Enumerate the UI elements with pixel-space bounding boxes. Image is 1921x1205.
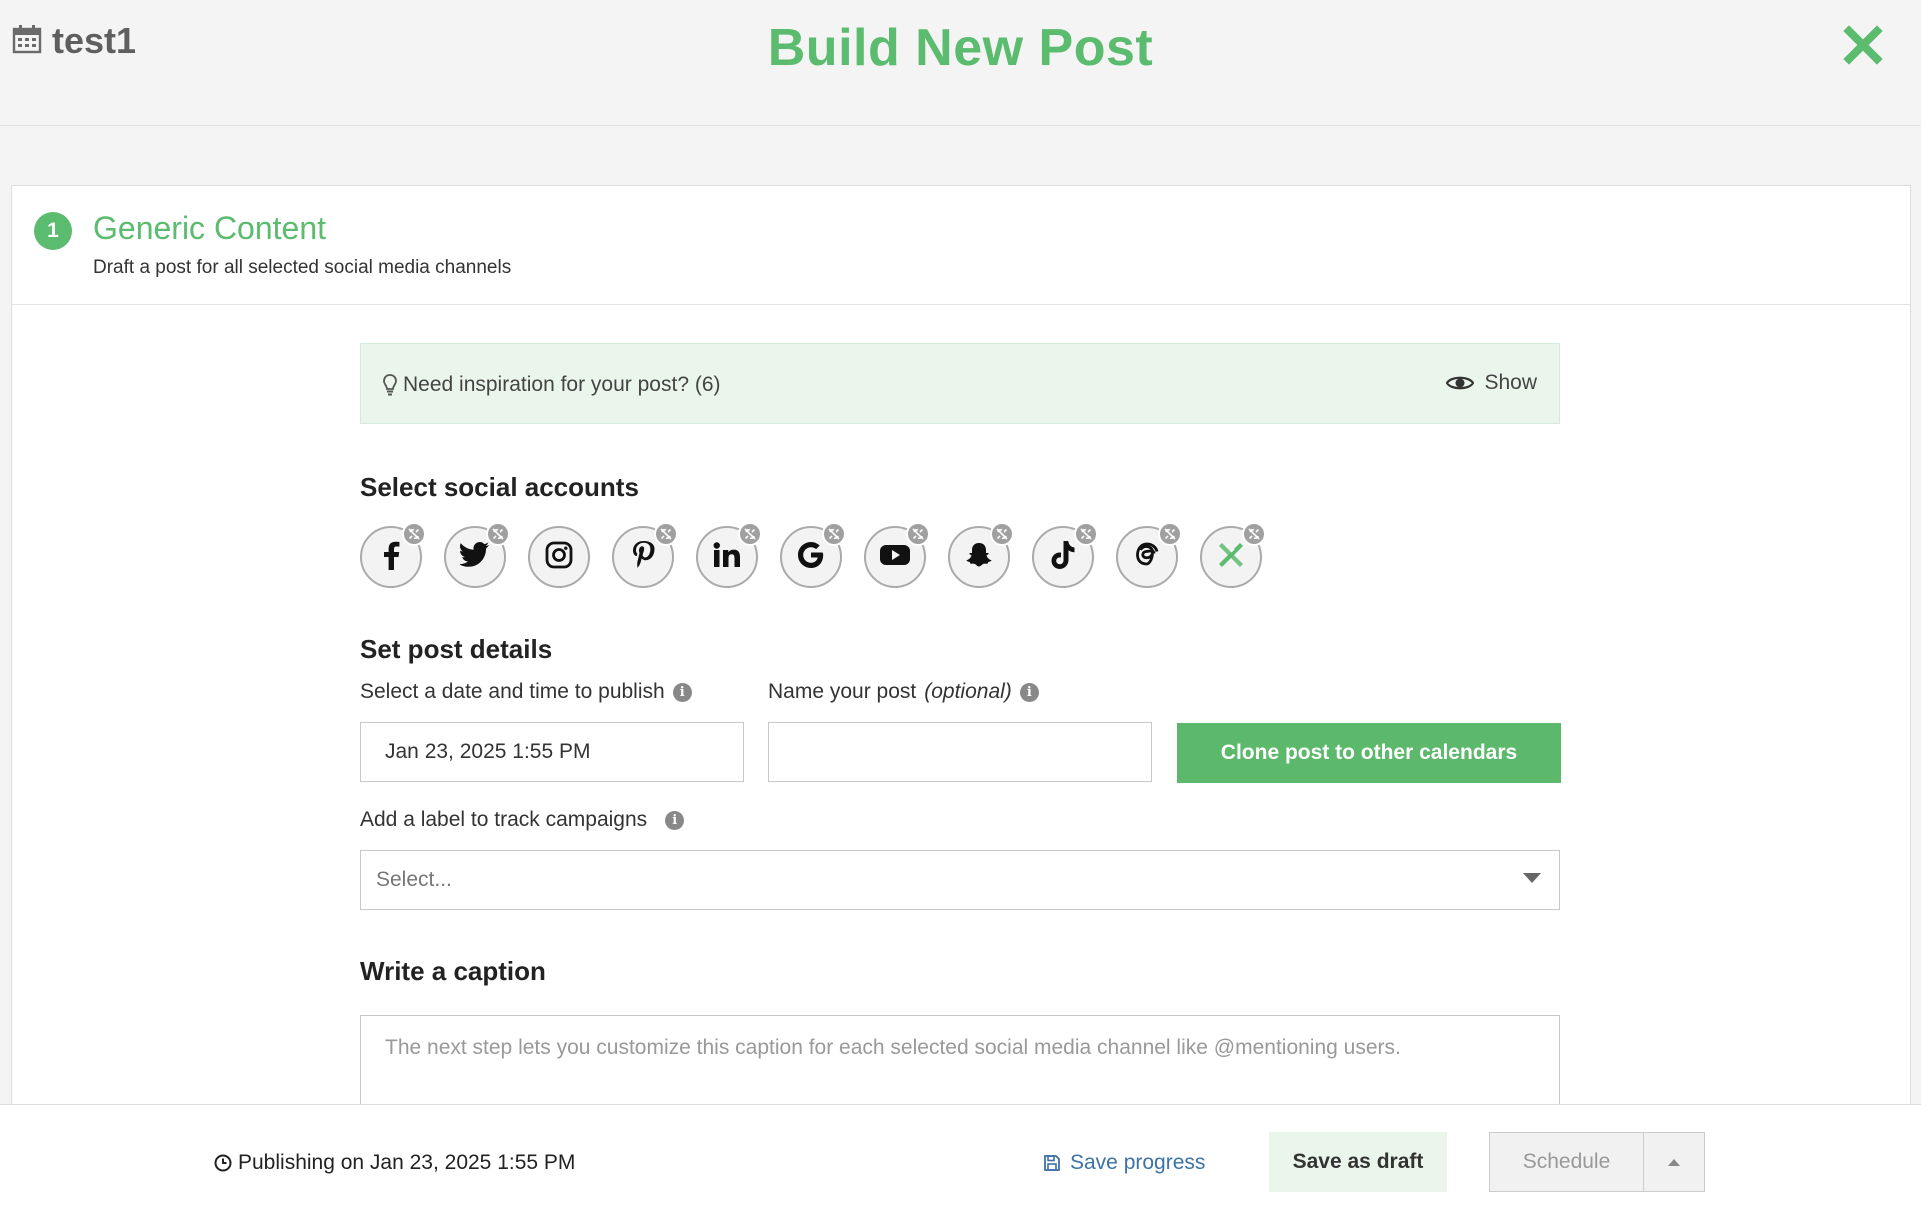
inspiration-text: Need inspiration for your post? (6)	[403, 373, 721, 396]
show-label: Show	[1484, 371, 1537, 394]
publish-date-input[interactable]: Jan 23, 2025 1:55 PM	[360, 722, 744, 782]
unlinked-icon	[906, 522, 930, 546]
page-title: Build New Post	[767, 19, 1154, 77]
close-button[interactable]	[1843, 25, 1883, 70]
post-name-input[interactable]	[768, 722, 1152, 782]
info-icon[interactable]: i	[665, 810, 685, 830]
info-icon[interactable]: i	[672, 682, 692, 702]
date-label: Select a date and time to publish i	[360, 680, 692, 704]
chevron-down-icon	[1523, 873, 1541, 883]
unlinked-icon	[486, 522, 510, 546]
lightbulb-icon	[383, 374, 397, 396]
schedule-button-group: Schedule	[1489, 1132, 1705, 1192]
social-facebook[interactable]	[360, 522, 426, 588]
save-progress-label: Save progress	[1070, 1151, 1206, 1174]
show-inspiration-button[interactable]: Show	[1446, 371, 1537, 395]
campaign-label: Add a label to track campaigns i	[360, 808, 685, 832]
caption-placeholder: The next step lets you customize this ca…	[385, 1036, 1401, 1059]
clock-icon	[214, 1154, 232, 1172]
inspiration-bar[interactable]: Need inspiration for your post? (6) Show	[360, 343, 1560, 424]
google-icon	[797, 541, 825, 574]
social-pinterest[interactable]	[612, 522, 678, 588]
unlinked-icon	[990, 522, 1014, 546]
linkedin-icon	[713, 541, 741, 573]
campaign-label-select[interactable]: Select...	[360, 850, 1560, 910]
unlinked-icon	[1074, 522, 1098, 546]
inspiration-label: Need inspiration for your post? (6)	[383, 373, 721, 397]
publish-date-value: Jan 23, 2025 1:55 PM	[385, 740, 591, 763]
twitter-icon	[458, 541, 490, 573]
social-other[interactable]	[1200, 522, 1266, 588]
post-name-label-text: Name your post	[768, 680, 917, 703]
schedule-button[interactable]: Schedule	[1490, 1133, 1644, 1191]
unlinked-icon	[402, 522, 426, 546]
step-number-badge: 1	[34, 212, 72, 250]
social-youtube[interactable]	[864, 522, 930, 588]
unlinked-icon	[738, 522, 762, 546]
info-icon[interactable]: i	[1019, 682, 1039, 702]
social-twitter[interactable]	[444, 522, 510, 588]
save-progress-button[interactable]: Save progress	[1043, 1151, 1205, 1175]
publishing-text: Publishing on Jan 23, 2025 1:55 PM	[238, 1151, 576, 1174]
save-as-draft-button[interactable]: Save as draft	[1269, 1132, 1447, 1192]
caret-up-icon	[1668, 1158, 1680, 1166]
clone-post-button[interactable]: Clone post to other calendars	[1177, 723, 1561, 783]
social-accounts-heading: Select social accounts	[360, 472, 639, 502]
campaign-label-text: Add a label to track campaigns	[360, 808, 648, 831]
step-title: Generic Content	[93, 210, 327, 246]
pinterest-icon	[631, 540, 655, 575]
facebook-icon	[380, 540, 402, 575]
generic-content-card: 1 Generic Content Draft a post for all s…	[11, 185, 1911, 1135]
header: test1 Build New Post	[0, 0, 1921, 126]
social-linkedin[interactable]	[696, 522, 762, 588]
social-tiktok[interactable]	[1032, 522, 1098, 588]
instagram-icon	[545, 541, 573, 574]
post-details-heading: Set post details	[360, 634, 553, 664]
post-name-optional: (optional)	[924, 680, 1012, 703]
unlinked-icon	[1242, 522, 1266, 546]
floppy-disk-icon	[1044, 1155, 1060, 1171]
close-icon[interactable]	[1843, 25, 1883, 65]
footer-bar: Publishing on Jan 23, 2025 1:55 PM Save …	[0, 1104, 1921, 1205]
social-google[interactable]	[780, 522, 846, 588]
eye-icon	[1446, 376, 1475, 390]
tiktok-icon	[1050, 540, 1076, 575]
threads-icon	[1133, 540, 1161, 575]
step-subtitle: Draft a post for all selected social med…	[93, 257, 512, 278]
caption-heading: Write a caption	[360, 956, 546, 986]
post-name-label: Name your post (optional) i	[768, 680, 1039, 704]
schedule-options-toggle[interactable]	[1644, 1133, 1704, 1191]
publishing-info: Publishing on Jan 23, 2025 1:55 PM	[214, 1151, 575, 1175]
step-header: 1 Generic Content Draft a post for all s…	[12, 186, 1910, 305]
social-threads[interactable]	[1116, 522, 1182, 588]
snapchat-icon	[965, 541, 993, 574]
date-label-text: Select a date and time to publish	[360, 680, 665, 703]
social-instagram[interactable]	[528, 526, 590, 588]
unlinked-icon	[822, 522, 846, 546]
social-snapchat[interactable]	[948, 522, 1014, 588]
unlinked-icon	[1158, 522, 1182, 546]
youtube-icon	[879, 543, 911, 572]
unlinked-icon	[654, 522, 678, 546]
campaign-placeholder: Select...	[376, 868, 452, 891]
pencil-ruler-icon	[1216, 540, 1246, 575]
